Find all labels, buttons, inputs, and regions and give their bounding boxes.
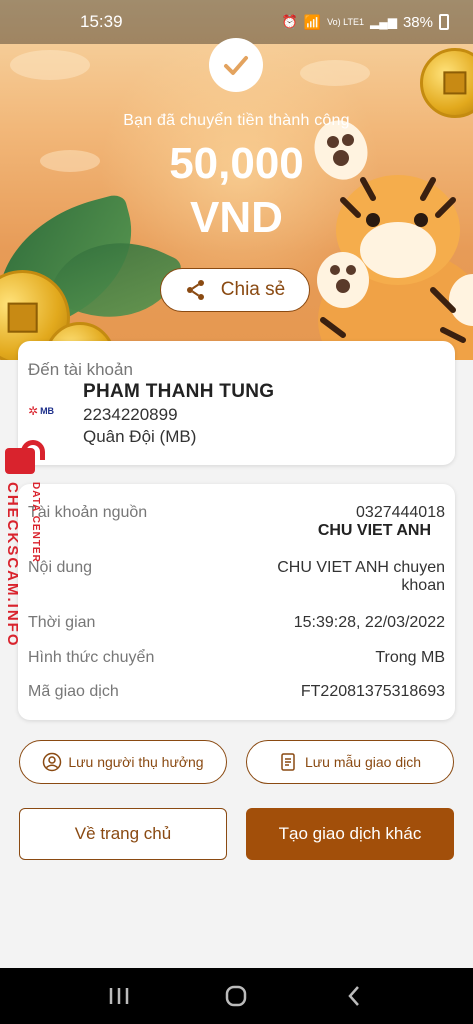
detail-row-content: Nội dung CHU VIET ANH chuyen khoan	[28, 559, 445, 595]
recipient-bank: Quân Đội (MB)	[83, 427, 197, 446]
content-line-2: khoan	[401, 577, 445, 594]
source-account-number: 0327444018	[356, 504, 445, 521]
recipient-account: 2234220899	[83, 405, 178, 424]
wifi-icon: 📶	[303, 13, 322, 30]
detail-row-method: Hình thức chuyển Trong MB	[28, 649, 445, 667]
recent-apps-button[interactable]	[99, 976, 139, 1016]
detail-row-time: Thời gian 15:39:28, 22/03/2022	[28, 614, 445, 632]
cloud-decoration	[300, 60, 370, 86]
detail-row-transaction-id: Mã giao dịch FT22081375318693	[28, 683, 445, 701]
recipient-label: Đến tài khoản	[28, 360, 133, 379]
bank-logo: ✲ MB	[28, 404, 54, 418]
back-chevron-icon	[348, 986, 360, 1006]
star-icon: ✲	[28, 404, 39, 418]
cloud-decoration	[10, 50, 90, 80]
share-icon	[186, 280, 204, 300]
detail-value: CHU VIET ANH chuyen khoan	[277, 559, 445, 595]
detail-value: 15:39:28, 22/03/2022	[293, 614, 445, 631]
status-icons: ⏰ 📶 Vo) LTE1 ▂▄▆ 38%	[282, 14, 449, 31]
success-check-icon	[209, 38, 263, 92]
detail-row-source: Tài khoản nguồn 0327444018 CHU VIET ANH	[28, 504, 445, 540]
transfer-currency: VND	[190, 193, 283, 242]
content-line-1: CHU VIET ANH chuyen	[277, 559, 445, 576]
recipient-name: PHAM THANH TUNG	[83, 381, 275, 402]
lock-body	[5, 448, 35, 474]
back-nav-button[interactable]	[334, 976, 374, 1016]
share-button[interactable]: Chia sẻ	[160, 268, 310, 312]
recent-apps-icon	[109, 988, 129, 1004]
detail-value: Trong MB	[375, 649, 445, 666]
network-label: Vo) LTE1	[327, 17, 364, 27]
watermark-text: CHECKSCAM.INFO	[4, 482, 21, 648]
share-label: Chia sẻ	[220, 279, 286, 300]
watermark-subtext: DATA CENTER	[30, 482, 41, 563]
transaction-details-card: Tài khoản nguồn 0327444018 CHU VIET ANH …	[18, 484, 455, 720]
recipient-card: Đến tài khoản ✲ MB PHAM THANH TUNG 22342…	[18, 341, 455, 465]
signal-icon: ▂▄▆	[370, 15, 397, 29]
gold-coin-decoration	[420, 48, 473, 118]
android-nav-bar	[0, 968, 473, 1024]
save-beneficiary-label: Lưu người thụ hưởng	[68, 754, 204, 770]
success-message: Bạn đã chuyển tiền thành công	[123, 112, 350, 129]
transfer-amount: 50,000	[169, 139, 304, 188]
status-time: 15:39	[80, 12, 123, 31]
home-button[interactable]: Về trang chủ	[19, 808, 227, 860]
source-account-name: CHU VIET ANH	[317, 522, 431, 539]
detail-value: FT22081375318693	[300, 683, 445, 700]
battery-level: 38%	[402, 13, 433, 31]
document-icon	[281, 753, 295, 771]
detail-value: 0327444018 CHU VIET ANH	[318, 504, 445, 540]
home-nav-button[interactable]	[216, 976, 256, 1016]
alarm-icon: ⏰	[281, 14, 298, 29]
battery-icon	[439, 14, 449, 30]
save-template-button[interactable]: Lưu mẫu giao dịch	[246, 740, 454, 784]
bank-logo-text: MB	[40, 406, 55, 416]
save-template-label: Lưu mẫu giao dịch	[305, 754, 421, 770]
new-transaction-button[interactable]: Tạo giao dịch khác	[246, 808, 454, 860]
checkscam-watermark: CHECKSCAM.INFO DATA CENTER	[2, 440, 50, 660]
home-circle-icon	[226, 985, 247, 1007]
detail-label: Mã giao dịch	[28, 683, 119, 700]
save-beneficiary-button[interactable]: Lưu người thụ hưởng	[19, 740, 227, 784]
user-circle-icon	[43, 752, 62, 772]
